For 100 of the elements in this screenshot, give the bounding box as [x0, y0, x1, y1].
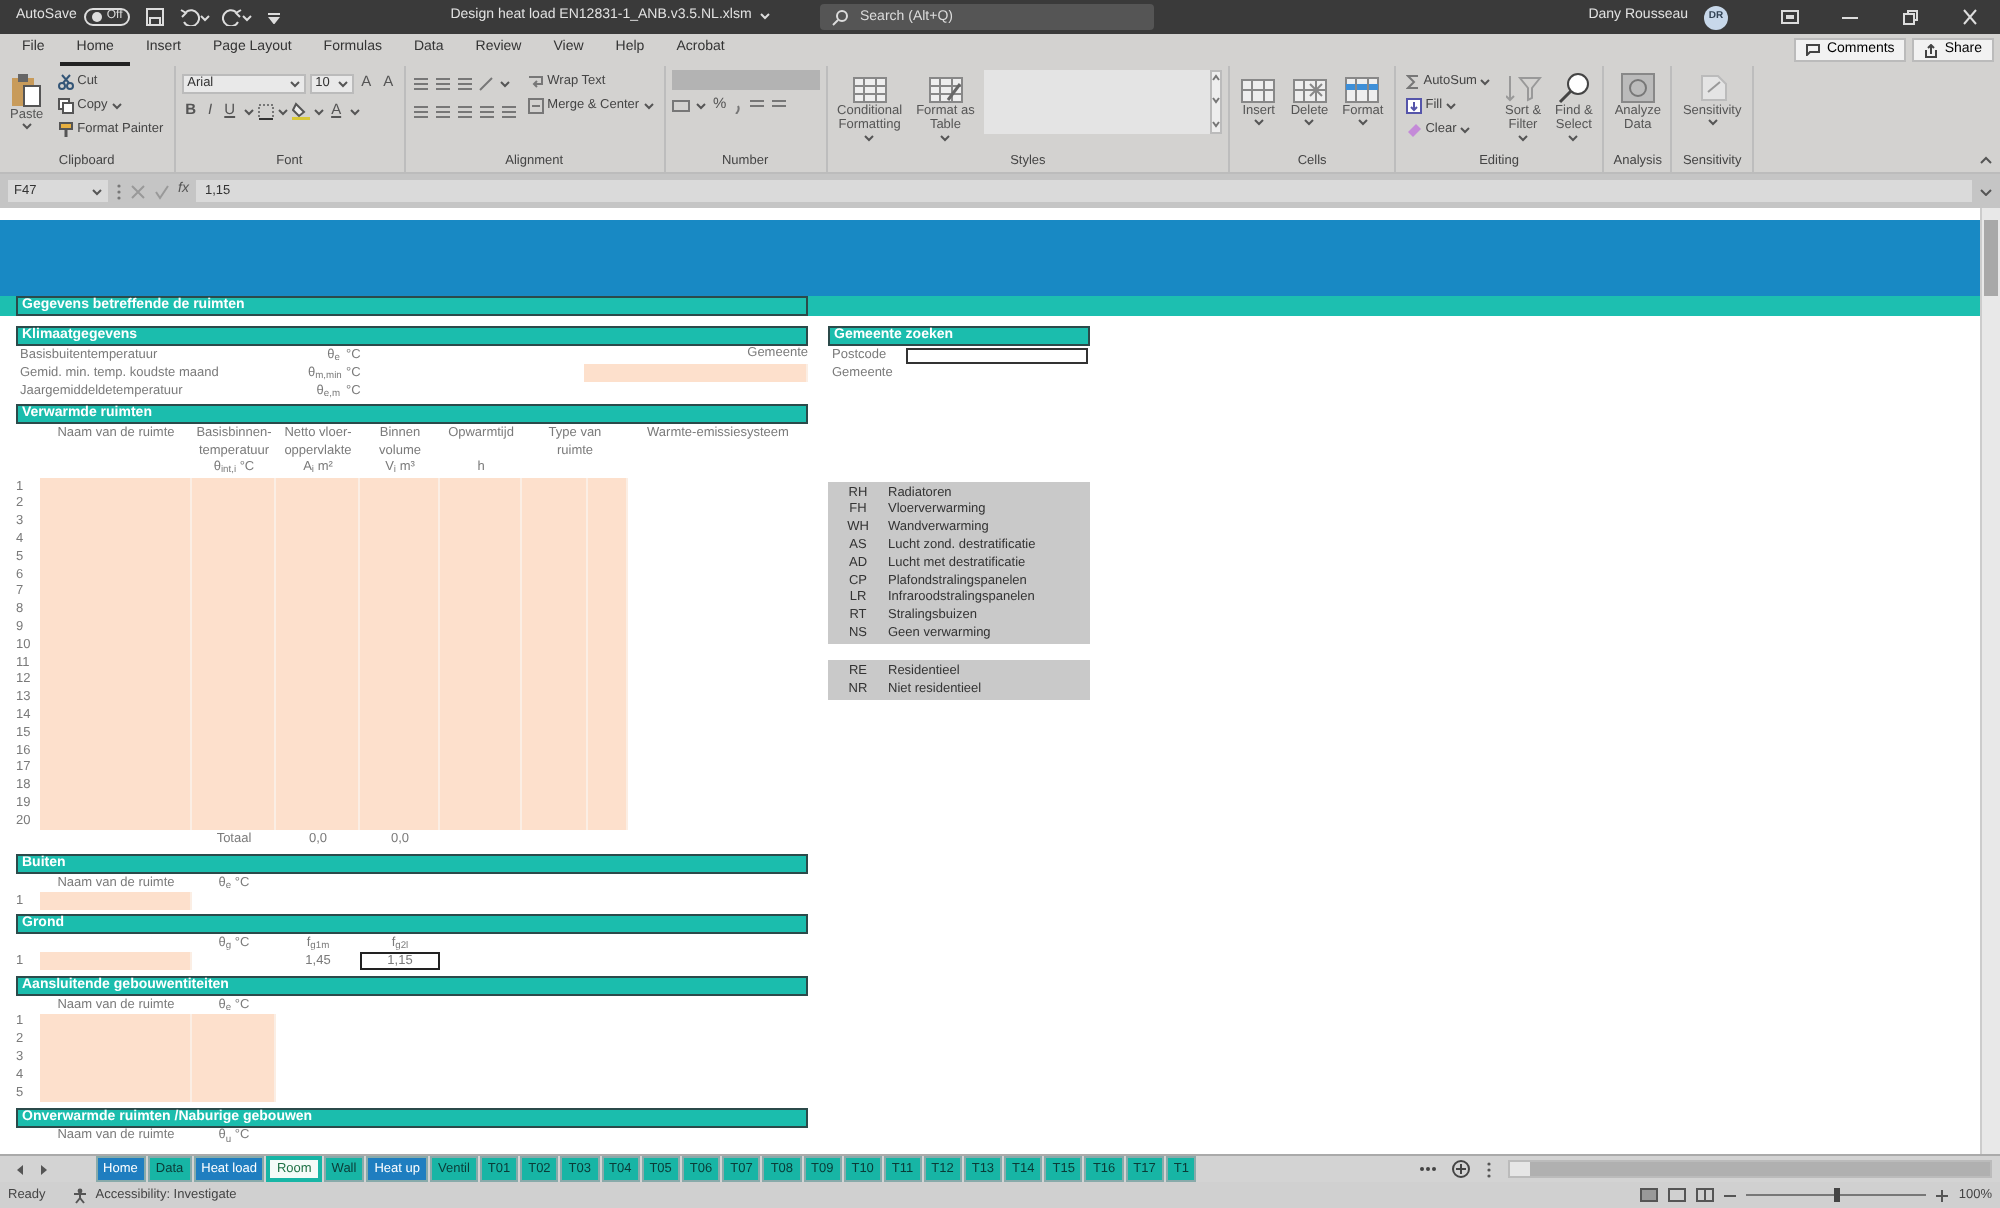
page-layout-view-icon[interactable]	[1668, 1188, 1687, 1202]
caret-icon[interactable]	[695, 101, 706, 109]
scissors-icon[interactable]	[57, 73, 74, 89]
table-icon[interactable]	[927, 72, 964, 104]
gallery-scroll-icon[interactable]	[1210, 70, 1223, 134]
currency-icon[interactable]	[671, 97, 692, 113]
undo-icon[interactable]	[180, 8, 201, 26]
input-cell[interactable]	[584, 364, 808, 382]
caret-icon[interactable]	[1518, 133, 1529, 142]
input-cell[interactable]	[276, 478, 360, 496]
caret-icon[interactable]	[1568, 133, 1579, 142]
collapse-ribbon-icon[interactable]	[1980, 156, 1992, 164]
input-cell[interactable]	[588, 812, 628, 830]
input-cell[interactable]	[522, 478, 588, 496]
chart-search-icon[interactable]	[1619, 72, 1656, 104]
caret-icon[interactable]	[1357, 118, 1368, 127]
page-break-view-icon[interactable]	[1696, 1188, 1715, 1202]
merge-icon[interactable]	[527, 97, 544, 113]
restore-icon[interactable]	[1900, 8, 1920, 26]
orientation-icon[interactable]	[477, 75, 496, 91]
fill-icon[interactable]	[1405, 97, 1422, 113]
caret-icon[interactable]	[289, 79, 300, 87]
zoom-slider-thumb[interactable]	[1833, 1188, 1840, 1202]
customize-icon[interactable]	[268, 11, 281, 23]
input-cell[interactable]	[522, 812, 588, 830]
input-cell[interactable]	[360, 812, 440, 830]
input-cell[interactable]	[192, 812, 276, 830]
input-cell[interactable]	[40, 891, 192, 910]
caret-icon[interactable]	[1707, 118, 1718, 127]
save-icon[interactable]	[146, 8, 165, 26]
input-cell[interactable]	[40, 1013, 192, 1032]
caret-icon[interactable]	[337, 79, 348, 87]
caret-icon[interactable]	[313, 107, 324, 115]
input-cell[interactable]	[440, 478, 522, 496]
decrease-decimal-icon[interactable]	[770, 97, 789, 113]
input-cell[interactable]	[40, 812, 192, 830]
horizontal-scrollbar[interactable]	[1508, 1160, 1992, 1178]
top-align-icon[interactable]	[411, 75, 430, 91]
wrap-icon[interactable]	[527, 73, 544, 89]
number-format-field[interactable]	[671, 70, 820, 90]
caret-icon[interactable]	[92, 187, 102, 195]
comment-icon	[1806, 44, 1821, 56]
input-cell[interactable]	[276, 812, 360, 830]
postcode-field[interactable]	[906, 347, 1088, 363]
ribbon-display-icon[interactable]	[1780, 8, 1800, 26]
sort-filter-icon[interactable]	[1505, 72, 1542, 104]
caret-icon[interactable]	[1460, 125, 1471, 133]
enter-icon[interactable]	[154, 183, 170, 199]
caret-icon[interactable]	[21, 122, 32, 131]
close-icon[interactable]	[1960, 8, 1980, 26]
brush-icon[interactable]	[57, 121, 74, 137]
input-cell[interactable]	[40, 951, 192, 971]
normal-view-icon[interactable]	[1640, 1188, 1659, 1202]
search-icon[interactable]	[1555, 72, 1592, 104]
caret-icon[interactable]	[1304, 118, 1315, 127]
bottom-align-icon[interactable]	[455, 75, 474, 91]
borders-icon[interactable]	[257, 103, 274, 119]
increase-indent-icon[interactable]	[499, 103, 518, 119]
clipboard-icon[interactable]	[10, 72, 43, 108]
middle-align-icon[interactable]	[433, 75, 452, 91]
cancel-icon[interactable]	[130, 183, 146, 199]
caret-icon[interactable]	[940, 133, 951, 142]
caret-icon[interactable]	[1480, 77, 1491, 85]
caret-icon[interactable]	[243, 107, 254, 115]
add-sheet-icon[interactable]	[1452, 1160, 1470, 1178]
caret-icon[interactable]	[277, 107, 288, 115]
sigma-icon[interactable]	[1405, 73, 1420, 89]
scroll-thumb[interactable]	[1530, 1162, 1990, 1176]
align-left-icon[interactable]	[411, 103, 430, 119]
caret-icon[interactable]	[1446, 101, 1457, 109]
table-icon[interactable]	[1344, 72, 1381, 104]
next-sheet-icon[interactable]	[40, 1163, 48, 1175]
caret-icon[interactable]	[864, 133, 875, 142]
scroll-thumb[interactable]	[1984, 220, 1998, 296]
fill-color-icon[interactable]	[291, 102, 310, 120]
input-cell[interactable]	[192, 478, 276, 496]
caret-icon[interactable]	[349, 107, 360, 115]
vertical-scrollbar[interactable]	[1980, 208, 2000, 1154]
input-cell[interactable]	[192, 1013, 276, 1032]
zoom-out-icon[interactable]	[1724, 1189, 1737, 1201]
table-icon[interactable]	[851, 72, 888, 104]
input-cell[interactable]	[588, 478, 628, 496]
center-icon[interactable]	[433, 103, 452, 119]
redo-icon[interactable]	[222, 8, 243, 26]
decrease-indent-icon[interactable]	[477, 103, 496, 119]
more-sheets-icon[interactable]	[1420, 1166, 1436, 1172]
input-cell[interactable]	[360, 478, 440, 496]
increase-decimal-icon[interactable]	[748, 97, 767, 113]
previous-sheet-icon[interactable]	[16, 1163, 24, 1175]
caret-icon[interactable]	[643, 101, 654, 109]
zoom-in-icon[interactable]	[1936, 1189, 1949, 1201]
expand-icon[interactable]	[1980, 187, 1992, 195]
input-cell[interactable]	[440, 812, 522, 830]
align-right-icon[interactable]	[455, 103, 474, 119]
caret-icon[interactable]	[499, 79, 510, 87]
eraser-icon[interactable]	[1405, 121, 1422, 137]
caret-icon[interactable]	[111, 101, 122, 109]
copy-icon[interactable]	[57, 97, 74, 113]
caret-icon[interactable]	[1253, 118, 1264, 127]
input-cell[interactable]	[40, 478, 192, 496]
